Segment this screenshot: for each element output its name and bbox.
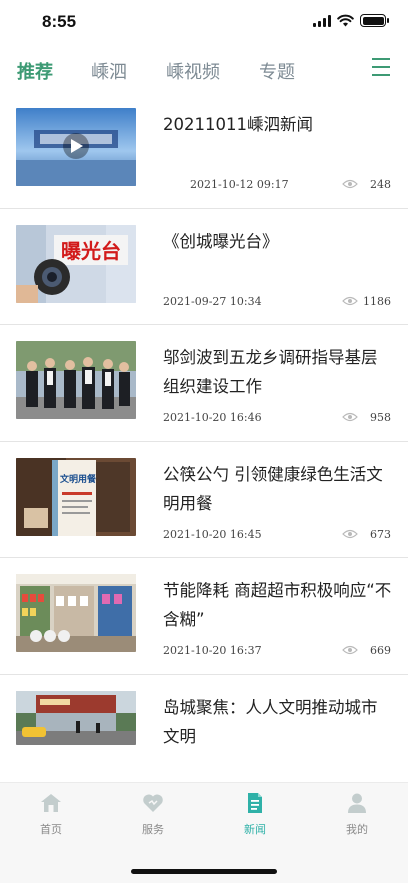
view-count: 669 xyxy=(370,644,391,657)
news-date: 2021-10-12 09:17 xyxy=(190,178,289,191)
eye-icon xyxy=(342,529,358,538)
thumb-text: 文明用餐 xyxy=(59,473,97,485)
eye-icon xyxy=(342,296,358,305)
view-count: 1186 xyxy=(363,294,391,308)
nav-label: 服务 xyxy=(142,823,164,836)
wifi-icon xyxy=(337,14,354,27)
nav-item-services[interactable]: 服务 xyxy=(113,791,193,837)
nav-item-profile[interactable]: 我的 xyxy=(317,791,397,837)
status-bar: 8:55 xyxy=(0,0,408,46)
tab-topics[interactable]: 专题 xyxy=(259,58,295,84)
tab-sheng-video[interactable]: 嵊视频 xyxy=(166,58,220,84)
nav-label: 新闻 xyxy=(244,823,266,836)
nav-item-news[interactable]: 新闻 xyxy=(215,791,295,837)
news-thumbnail xyxy=(16,690,136,745)
status-time: 8:55 xyxy=(42,12,77,31)
status-icons xyxy=(313,14,389,27)
news-title: 20211011嵊泗新闻 xyxy=(163,115,313,134)
view-count: 673 xyxy=(370,527,391,541)
news-icon xyxy=(248,793,262,813)
thumb-text: 曝光台 xyxy=(61,239,121,263)
news-item[interactable]: 节能降耗 商超超市积极响应“不含糊” 2021-10-20 16:37 669 xyxy=(0,558,408,675)
nav-item-home[interactable]: 首页 xyxy=(11,791,91,837)
tab-recommended[interactable]: 推荐 xyxy=(17,58,53,84)
news-title: 《创城曝光台》 xyxy=(163,231,279,251)
news-thumbnail xyxy=(16,341,136,419)
news-thumbnail: 曝光台 xyxy=(16,224,136,303)
cellular-signal-icon xyxy=(313,14,331,27)
news-date: 2021-09-27 10:34 xyxy=(163,294,262,308)
news-title: 邬剑波到五龙乡调研指导基层组织建设工作 xyxy=(163,348,378,396)
user-icon xyxy=(348,793,366,813)
eye-icon xyxy=(342,412,358,422)
heart-icon xyxy=(143,794,163,812)
news-item[interactable]: 曝光台 《创城曝光台》 2021-09-27 10:34 1186 xyxy=(0,209,408,325)
news-item[interactable]: 岛城聚焦：人人文明推动城市文明 xyxy=(0,675,408,775)
home-indicator xyxy=(131,869,277,874)
tab-shengsi[interactable]: 嵊泗 xyxy=(91,58,127,84)
view-count: 958 xyxy=(370,411,391,424)
news-item[interactable]: 20211011嵊泗新闻 2021-10-12 09:17 248 xyxy=(0,92,408,209)
news-date: 2021-10-20 16:37 xyxy=(163,644,262,657)
nav-label: 我的 xyxy=(346,823,368,836)
menu-icon[interactable] xyxy=(372,58,390,78)
eye-icon xyxy=(342,179,358,189)
news-title: 公筷公勺 引领健康绿色生活文明用餐 xyxy=(163,464,383,513)
news-thumbnail xyxy=(16,574,136,652)
top-tab-bar: 推荐 嵊泗 嵊视频 专题 xyxy=(0,46,408,92)
news-list: 20211011嵊泗新闻 2021-10-12 09:17 248 曝光台 《创… xyxy=(0,92,408,775)
bottom-nav: 首页 服务 新闻 我的 xyxy=(0,782,408,883)
nav-label: 首页 xyxy=(40,823,62,836)
news-thumbnail: 文明用餐 xyxy=(16,457,136,536)
news-thumbnail xyxy=(16,108,136,186)
home-icon xyxy=(41,794,61,812)
news-title: 节能降耗 商超超市积极响应“不含糊” xyxy=(163,581,392,629)
news-date: 2021-10-20 16:45 xyxy=(163,527,262,541)
view-count: 248 xyxy=(370,178,391,191)
eye-icon xyxy=(342,645,358,655)
battery-icon xyxy=(360,14,389,27)
news-item[interactable]: 邬剑波到五龙乡调研指导基层组织建设工作 2021-10-20 16:46 958 xyxy=(0,325,408,442)
news-item[interactable]: 文明用餐 公筷公勺 引领健康绿色生活文明用餐 2021-10-20 16:45 … xyxy=(0,442,408,558)
news-title: 岛城聚焦：人人文明推动城市文明 xyxy=(163,697,378,746)
news-date: 2021-10-20 16:46 xyxy=(163,411,262,424)
